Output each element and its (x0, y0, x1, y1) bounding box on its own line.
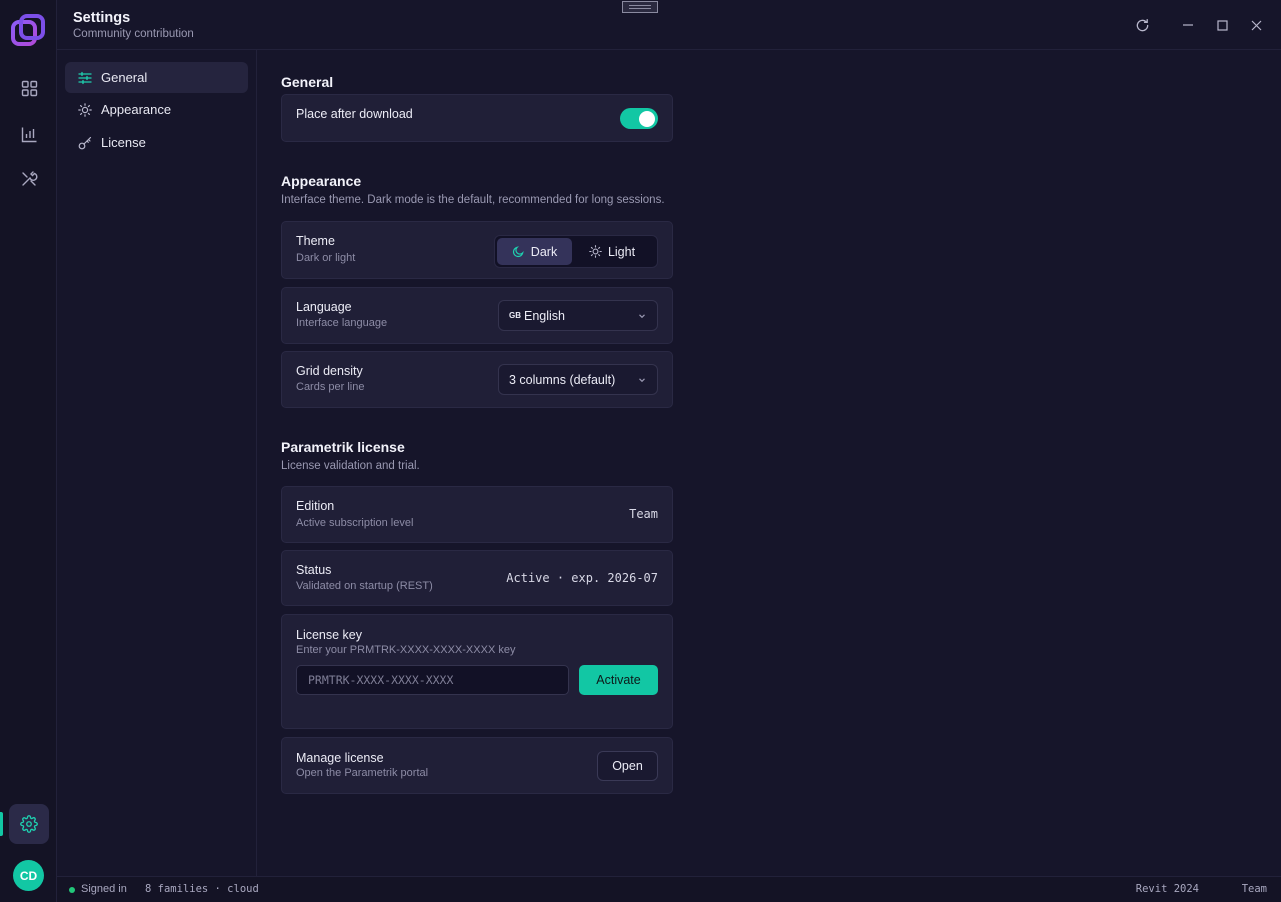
status-value: Active · exp. 2026-07 (506, 571, 658, 585)
window-subtitle: Community contribution (73, 28, 194, 40)
license-key-sub: Enter your PRMTRK-XXXX-XXXX-XXXX key (296, 644, 516, 656)
sidebar-item-label: General (101, 70, 148, 85)
sidebar-item-appearance[interactable]: Appearance (65, 94, 248, 125)
section-title-appearance: Appearance (281, 173, 362, 189)
section-desc-appearance: Interface theme. Dark mode is the defaul… (281, 194, 665, 206)
toggle-knob (639, 110, 655, 127)
section-desc-license: License validation and trial. (281, 460, 420, 472)
sidebar-item-label: Appearance (101, 102, 172, 117)
theme-segmented-control: Dark Light (494, 235, 658, 268)
theme-option-light[interactable]: Light (572, 238, 652, 265)
moon-icon (512, 245, 525, 258)
status-label: Status (296, 563, 332, 577)
settings-sidebar: General Appearance License (57, 50, 257, 876)
grid-density-card: Grid density Cards per line 3 columns (d… (281, 351, 673, 408)
signed-in-status: Signed in (81, 883, 127, 895)
sidebar-item-label: License (101, 135, 146, 150)
user-avatar[interactable]: CD (13, 860, 44, 891)
close-icon (1251, 20, 1261, 30)
language-card: Language Interface language GB English (281, 287, 673, 344)
place-after-download-label: Place after download (296, 107, 413, 121)
sliders-icon (77, 70, 93, 86)
language-sub: Interface language (296, 317, 388, 329)
minimize-icon (1183, 24, 1193, 26)
grid-density-label: Grid density (296, 364, 363, 378)
close-button[interactable] (1245, 14, 1267, 36)
app-logo-icon (11, 14, 45, 46)
online-status-icon (69, 887, 75, 893)
rail-dashboard-button[interactable] (9, 68, 49, 108)
active-rail-indicator (0, 812, 3, 836)
section-title-license: Parametrik license (281, 439, 405, 455)
sidebar-item-license[interactable]: License (65, 127, 248, 158)
status-bar: Signed in 8 families · cloud Revit 2024 … (57, 876, 1281, 902)
section-title-general: General (281, 74, 334, 90)
grid-density-sub: Cards per line (296, 381, 365, 393)
refresh-icon (1136, 18, 1148, 31)
maximize-button[interactable] (1211, 14, 1233, 36)
chart-icon (21, 127, 36, 142)
theme-sub: Dark or light (296, 252, 356, 264)
place-after-download-card: Place after download (281, 94, 673, 142)
language-label: Language (296, 300, 352, 314)
rail-tools-button[interactable] (9, 159, 49, 199)
plan-badge: Team (1241, 883, 1267, 895)
sidebar-item-general[interactable]: General (65, 62, 248, 93)
edition-sub: Active subscription level (296, 517, 414, 529)
open-portal-button[interactable]: Open (597, 751, 658, 781)
revit-version: Revit 2024 (1135, 883, 1199, 895)
edition-value: Team (629, 507, 658, 521)
chevron-down-icon (637, 374, 647, 388)
grid-density-select[interactable]: 3 columns (default) (498, 364, 658, 395)
license-key-label: License key (296, 628, 363, 642)
key-icon (77, 135, 93, 151)
drag-handle[interactable] (622, 1, 658, 13)
language-value: English (524, 308, 565, 323)
grid-density-value: 3 columns (default) (509, 372, 616, 387)
edition-card: Edition Active subscription level Team (281, 486, 673, 543)
maximize-icon (1216, 19, 1228, 31)
language-select[interactable]: GB English (498, 300, 658, 331)
settings-content: General Place after download Appearance … (258, 50, 1281, 876)
refresh-button[interactable] (1131, 14, 1153, 36)
chevron-down-icon (637, 310, 647, 324)
gear-icon (20, 815, 38, 833)
sun-icon (77, 102, 93, 118)
families-count: 8 families · cloud (145, 883, 259, 895)
rail-stats-button[interactable] (9, 114, 49, 154)
title-bar: Settings Community contribution (57, 0, 1281, 50)
theme-card: Theme Dark or light Dark Light (281, 221, 673, 279)
flag-gb-icon: GB (509, 311, 521, 320)
sun-icon (589, 245, 602, 258)
theme-label: Theme (296, 234, 335, 248)
status-sub: Validated on startup (REST) (296, 580, 433, 592)
license-key-input[interactable] (296, 665, 569, 695)
grid-icon (21, 80, 37, 96)
edition-label: Edition (296, 499, 335, 513)
status-card: Status Validated on startup (REST) Activ… (281, 550, 673, 606)
app-rail: CD (0, 0, 57, 902)
minimize-button[interactable] (1177, 14, 1199, 36)
manage-license-card: Manage license Open the Parametrik porta… (281, 737, 673, 794)
theme-option-label: Dark (530, 244, 558, 259)
manage-license-label: Manage license (296, 751, 384, 765)
manage-license-sub: Open the Parametrik portal (296, 767, 429, 779)
activate-button[interactable]: Activate (579, 665, 658, 695)
window-title: Settings (73, 10, 131, 26)
place-after-download-toggle[interactable] (620, 108, 658, 129)
theme-option-dark[interactable]: Dark (497, 238, 572, 265)
rail-settings-button[interactable] (9, 804, 49, 844)
license-key-card: License key Enter your PRMTRK-XXXX-XXXX-… (281, 614, 673, 729)
tools-icon (22, 171, 38, 186)
theme-option-label: Light (607, 244, 636, 259)
